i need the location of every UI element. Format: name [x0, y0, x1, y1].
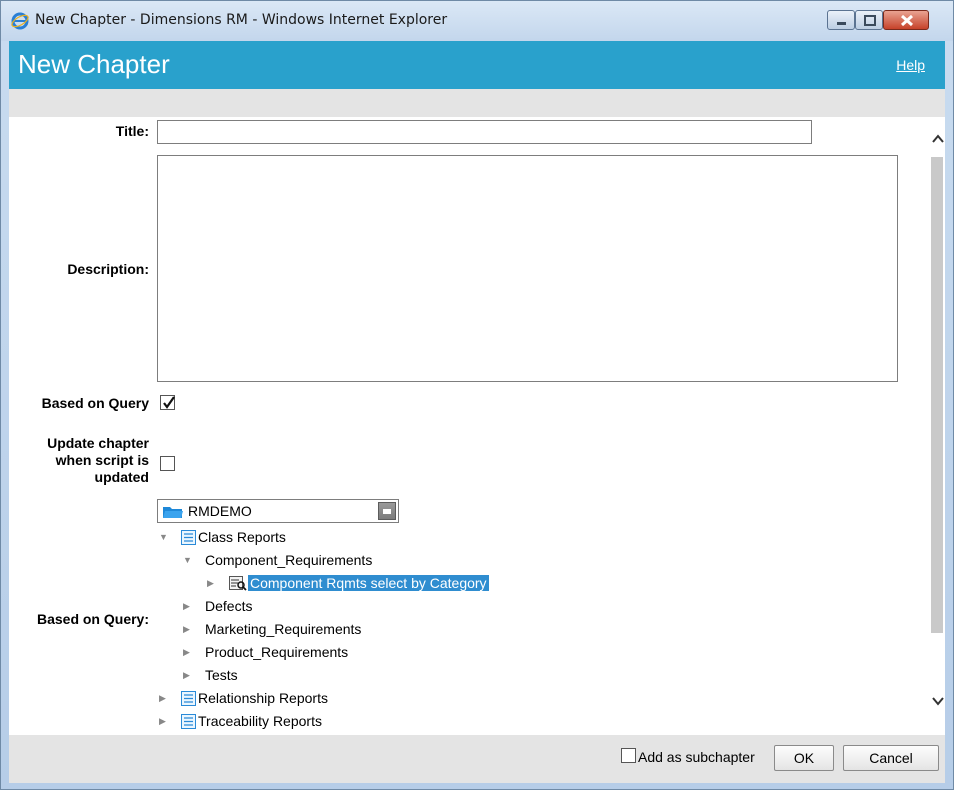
chevron-down-icon [383, 509, 391, 514]
report-list-icon [181, 691, 196, 709]
page-title: New Chapter [18, 49, 170, 79]
cancel-button[interactable]: Cancel [843, 745, 939, 771]
update-chapter-label: Update chapter when script is updated [47, 435, 149, 486]
dialog-footer: Add as subchapter OK Cancel [9, 735, 945, 783]
scrollbar-thumb[interactable] [931, 157, 943, 633]
tree-item-label: Component_Requirements [205, 552, 373, 568]
collapsed-arrow-icon[interactable]: ▶ [159, 716, 166, 727]
collapsed-arrow-icon[interactable]: ▶ [183, 601, 190, 612]
form-content: Title: Description: Based on Query Updat… [9, 117, 945, 735]
tree-item-label: Traceability Reports [198, 713, 322, 729]
based-on-query-checkbox[interactable] [160, 395, 175, 410]
based-on-query-label: Based on Query [41, 395, 149, 411]
project-select-value: RMDEMO [188, 503, 252, 519]
dialog-header: New Chapter Help [9, 41, 945, 89]
internet-explorer-icon [11, 12, 29, 30]
collapsed-arrow-icon[interactable]: ▶ [207, 578, 214, 589]
title-input[interactable] [157, 120, 812, 144]
query-tree-label: Based on Query: [36, 611, 149, 627]
title-label: Title: [115, 123, 149, 139]
tree-item-label: Product_Requirements [205, 644, 349, 660]
update-chapter-checkbox[interactable] [160, 456, 175, 471]
tree-item-label: Relationship Reports [198, 690, 328, 706]
window-titlebar[interactable]: New Chapter - Dimensions RM - Windows In… [1, 1, 953, 41]
add-as-subchapter-checkbox[interactable] [621, 748, 636, 763]
chevron-up-icon[interactable] [931, 133, 945, 145]
description-label: Description: [67, 261, 149, 277]
dropdown-button[interactable] [378, 502, 396, 520]
update-chapter-label-line: Update chapter [47, 435, 149, 451]
query-icon [229, 576, 247, 594]
minimize-button[interactable] [827, 10, 855, 30]
collapsed-arrow-icon[interactable]: ▶ [159, 693, 166, 704]
maximize-icon [864, 15, 876, 26]
tree-item-label: Class Reports [198, 529, 286, 545]
report-list-icon [181, 714, 196, 732]
help-link[interactable]: Help [896, 57, 925, 73]
tree-item-label: Component Rqmts select by Category [248, 575, 489, 591]
collapsed-arrow-icon[interactable]: ▶ [183, 624, 190, 635]
project-select[interactable]: RMDEMO [157, 499, 399, 523]
expanded-arrow-icon[interactable]: ▼ [183, 555, 192, 565]
maximize-button[interactable] [855, 10, 883, 30]
minimize-icon [837, 22, 846, 25]
ok-button[interactable]: OK [774, 745, 834, 771]
add-as-subchapter-label: Add as subchapter [638, 749, 755, 765]
description-textarea[interactable] [157, 155, 898, 382]
window-title: New Chapter - Dimensions RM - Windows In… [35, 12, 448, 28]
update-chapter-label-line: updated [94, 469, 149, 485]
subheader-bar [9, 89, 945, 117]
expanded-arrow-icon[interactable]: ▼ [159, 532, 168, 542]
report-list-icon [181, 530, 196, 548]
tree-item-label: Marketing_Requirements [205, 621, 362, 637]
close-button[interactable] [883, 10, 929, 30]
close-icon [900, 14, 914, 27]
update-chapter-label-line: when script is [55, 452, 149, 468]
tree-item-label: Tests [205, 667, 238, 683]
folder-icon [162, 505, 184, 522]
vertical-scrollbar[interactable] [929, 117, 945, 735]
browser-window: New Chapter - Dimensions RM - Windows In… [0, 0, 954, 790]
tree-item-label: Defects [205, 598, 253, 614]
collapsed-arrow-icon[interactable]: ▶ [183, 647, 190, 658]
chevron-down-icon[interactable] [931, 695, 945, 707]
collapsed-arrow-icon[interactable]: ▶ [183, 670, 190, 681]
checkmark-icon [163, 396, 175, 409]
